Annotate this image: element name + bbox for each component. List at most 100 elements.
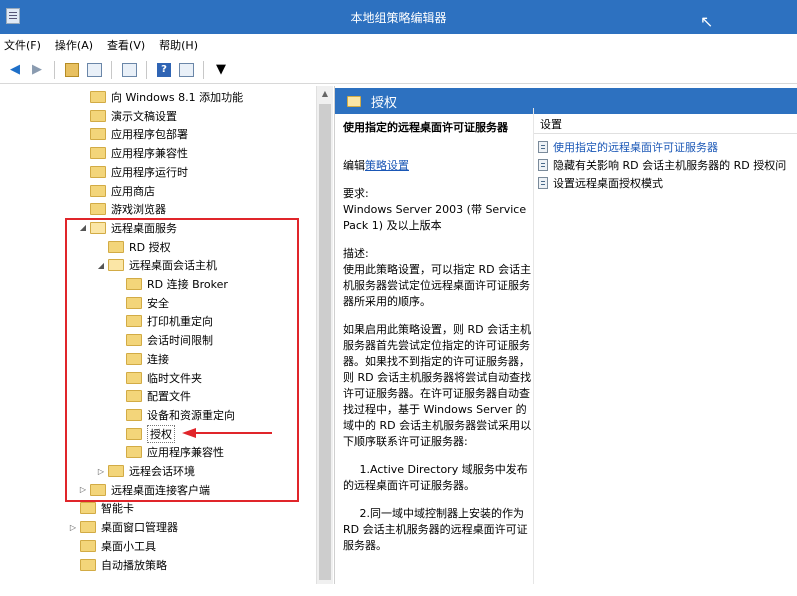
folder-icon: [80, 502, 96, 515]
folder-icon: [126, 427, 142, 440]
tree-item-label: 应用商店: [111, 184, 155, 198]
tree-item[interactable]: 临时文件夹: [114, 369, 202, 387]
folder-icon: [90, 165, 106, 178]
folder-icon: [126, 296, 142, 309]
expanded-arrow-icon[interactable]: ◢: [78, 223, 88, 232]
tree-item-label: 连接: [147, 352, 169, 366]
list-item[interactable]: 设置远程桌面授权模式: [538, 174, 797, 191]
tree-item-label: 安全: [147, 296, 169, 310]
mouse-cursor-icon: ↖: [700, 12, 714, 31]
tree-item[interactable]: 安全: [114, 294, 169, 312]
tree-item-label: 临时文件夹: [147, 371, 202, 385]
menu-action[interactable]: 操作(A): [55, 37, 93, 53]
folder-icon: [90, 184, 106, 197]
folder-icon: [80, 521, 96, 534]
requirements-block: 要求: Windows Server 2003 (带 Service Pack 1…: [343, 187, 527, 232]
edit-policy-line: 编辑策略设置: [343, 159, 409, 172]
folder-icon: [90, 128, 106, 141]
menu-file[interactable]: 文件(F): [4, 37, 41, 53]
forward-arrow-icon[interactable]: ▶: [28, 61, 46, 79]
detail-header-title: 授权: [371, 95, 398, 111]
up-folder-icon[interactable]: [63, 61, 81, 79]
tree-item-label: 远程桌面会话主机: [129, 259, 217, 273]
tree-item-label: 远程会话环境: [129, 465, 195, 478]
edit-policy-link[interactable]: 策略设置: [365, 159, 409, 172]
tree-item[interactable]: 应用程序包部署: [78, 125, 188, 143]
tree-item[interactable]: 应用程序兼容性: [78, 144, 188, 162]
tree-item-label: 桌面窗口管理器: [101, 521, 178, 535]
toolbar-separator: [146, 60, 147, 79]
collapsed-arrow-icon[interactable]: ▷: [96, 467, 106, 476]
tree-item[interactable]: 桌面小工具: [68, 537, 156, 555]
policy-setting-icon: [538, 158, 548, 171]
tree-item[interactable]: 应用程序兼容性: [114, 443, 224, 461]
tree-item-label: 向 Windows 8.1 添加功能: [111, 91, 244, 104]
tree-item[interactable]: 会话时间限制: [114, 331, 213, 349]
tree-item[interactable]: 设备和资源重定向: [114, 406, 235, 424]
folder-icon: [126, 352, 142, 365]
folder-icon: [90, 147, 106, 160]
tree-item[interactable]: ▷ 远程桌面连接客户端: [78, 481, 210, 499]
policy-description: 使用指定的远程桌面许可证服务器 编辑策略设置 要求: Windows Server…: [343, 120, 533, 566]
tree-item[interactable]: 应用商店: [78, 182, 155, 200]
scroll-up-icon[interactable]: ▲: [317, 86, 333, 102]
toolbar: ◀ ▶ ? ▼: [0, 56, 797, 84]
folder-icon: [90, 221, 106, 234]
collapsed-arrow-icon[interactable]: ▷: [68, 523, 78, 532]
expanded-arrow-icon[interactable]: ◢: [96, 261, 106, 270]
folder-icon: [347, 95, 361, 107]
tree-item[interactable]: RD 授权: [96, 238, 171, 256]
back-arrow-icon[interactable]: ◀: [6, 61, 24, 79]
toolbar-separator: [111, 60, 112, 79]
tree-item-label: 应用程序兼容性: [111, 147, 188, 161]
folder-icon: [108, 240, 124, 253]
tree-item[interactable]: 演示文稿设置: [78, 107, 177, 125]
tree-item[interactable]: 游戏浏览器: [78, 200, 166, 218]
collapsed-arrow-icon[interactable]: ▷: [78, 485, 88, 494]
tree-item[interactable]: 授权: [114, 424, 175, 443]
tree-item-label: 会话时间限制: [147, 334, 213, 348]
tree-item[interactable]: 自动播放策略: [68, 556, 167, 574]
show-hide-tree-icon[interactable]: [85, 61, 103, 79]
folder-icon: [80, 539, 96, 552]
folder-icon: [126, 334, 142, 347]
policy-setting-icon: [538, 176, 548, 189]
scroll-thumb[interactable]: [319, 104, 331, 580]
folder-icon: [126, 390, 142, 403]
column-header-setting[interactable]: 设置: [534, 116, 797, 134]
tree-scrollbar[interactable]: ▲: [316, 86, 333, 584]
tree-item[interactable]: 向 Windows 8.1 添加功能: [78, 88, 243, 106]
tree-item-label: 桌面小工具: [101, 539, 156, 553]
tree-item-label: 演示文稿设置: [111, 109, 177, 123]
annotation-arrow-icon: [182, 428, 272, 438]
tree-item-label: 设备和资源重定向: [147, 408, 235, 422]
requirements-text: Windows Server 2003 (带 Service Pack 1) 及…: [343, 203, 527, 232]
tree-item[interactable]: 智能卡: [68, 499, 134, 517]
tree-item-label: 授权: [147, 424, 175, 443]
tree-item[interactable]: ◢ 远程桌面会话主机: [96, 256, 217, 274]
list-item[interactable]: 使用指定的远程桌面许可证服务器: [538, 138, 797, 155]
tree-item[interactable]: 应用程序运行时: [78, 163, 188, 181]
tree-item[interactable]: RD 连接 Broker: [114, 275, 228, 293]
filter-icon[interactable]: ▼: [212, 61, 230, 79]
menu-view[interactable]: 查看(V): [107, 37, 145, 53]
folder-icon: [108, 465, 124, 477]
help-icon[interactable]: ?: [155, 61, 173, 79]
list-item[interactable]: 隐藏有关影响 RD 会话主机服务器的 RD 授权问: [538, 156, 797, 173]
export-list-icon[interactable]: [120, 61, 138, 79]
tree-item[interactable]: 打印机重定向: [114, 312, 213, 330]
tree-item[interactable]: 配置文件: [114, 387, 191, 405]
tree-item[interactable]: ▷ 远程会话环境: [96, 462, 195, 480]
menu-help[interactable]: 帮助(H): [159, 37, 198, 53]
tree-pane[interactable]: 向 Windows 8.1 添加功能 演示文稿设置 应用程序包部署 应用程序兼容性 应用…: [12, 86, 314, 584]
tree-item[interactable]: 连接: [114, 350, 169, 368]
tree-item[interactable]: ▷ 桌面窗口管理器: [68, 518, 178, 536]
tree-item[interactable]: ◢ 远程桌面服务: [78, 219, 177, 237]
folder-icon: [80, 558, 96, 571]
window-title: 本地组策略编辑器: [350, 11, 447, 25]
tree-item-label: 自动播放策略: [101, 558, 167, 572]
description-para-2: 如果启用此策略设置，则 RD 会话主机服务器首先尝试定位指定的许可证服务器。如果…: [343, 323, 532, 448]
settings-list: 设置 使用指定的远程桌面许可证服务器 隐藏有关影响 RD 会话主机服务器的 RD…: [533, 108, 797, 584]
properties-icon[interactable]: [177, 61, 195, 79]
toolbar-separator: [54, 60, 55, 79]
